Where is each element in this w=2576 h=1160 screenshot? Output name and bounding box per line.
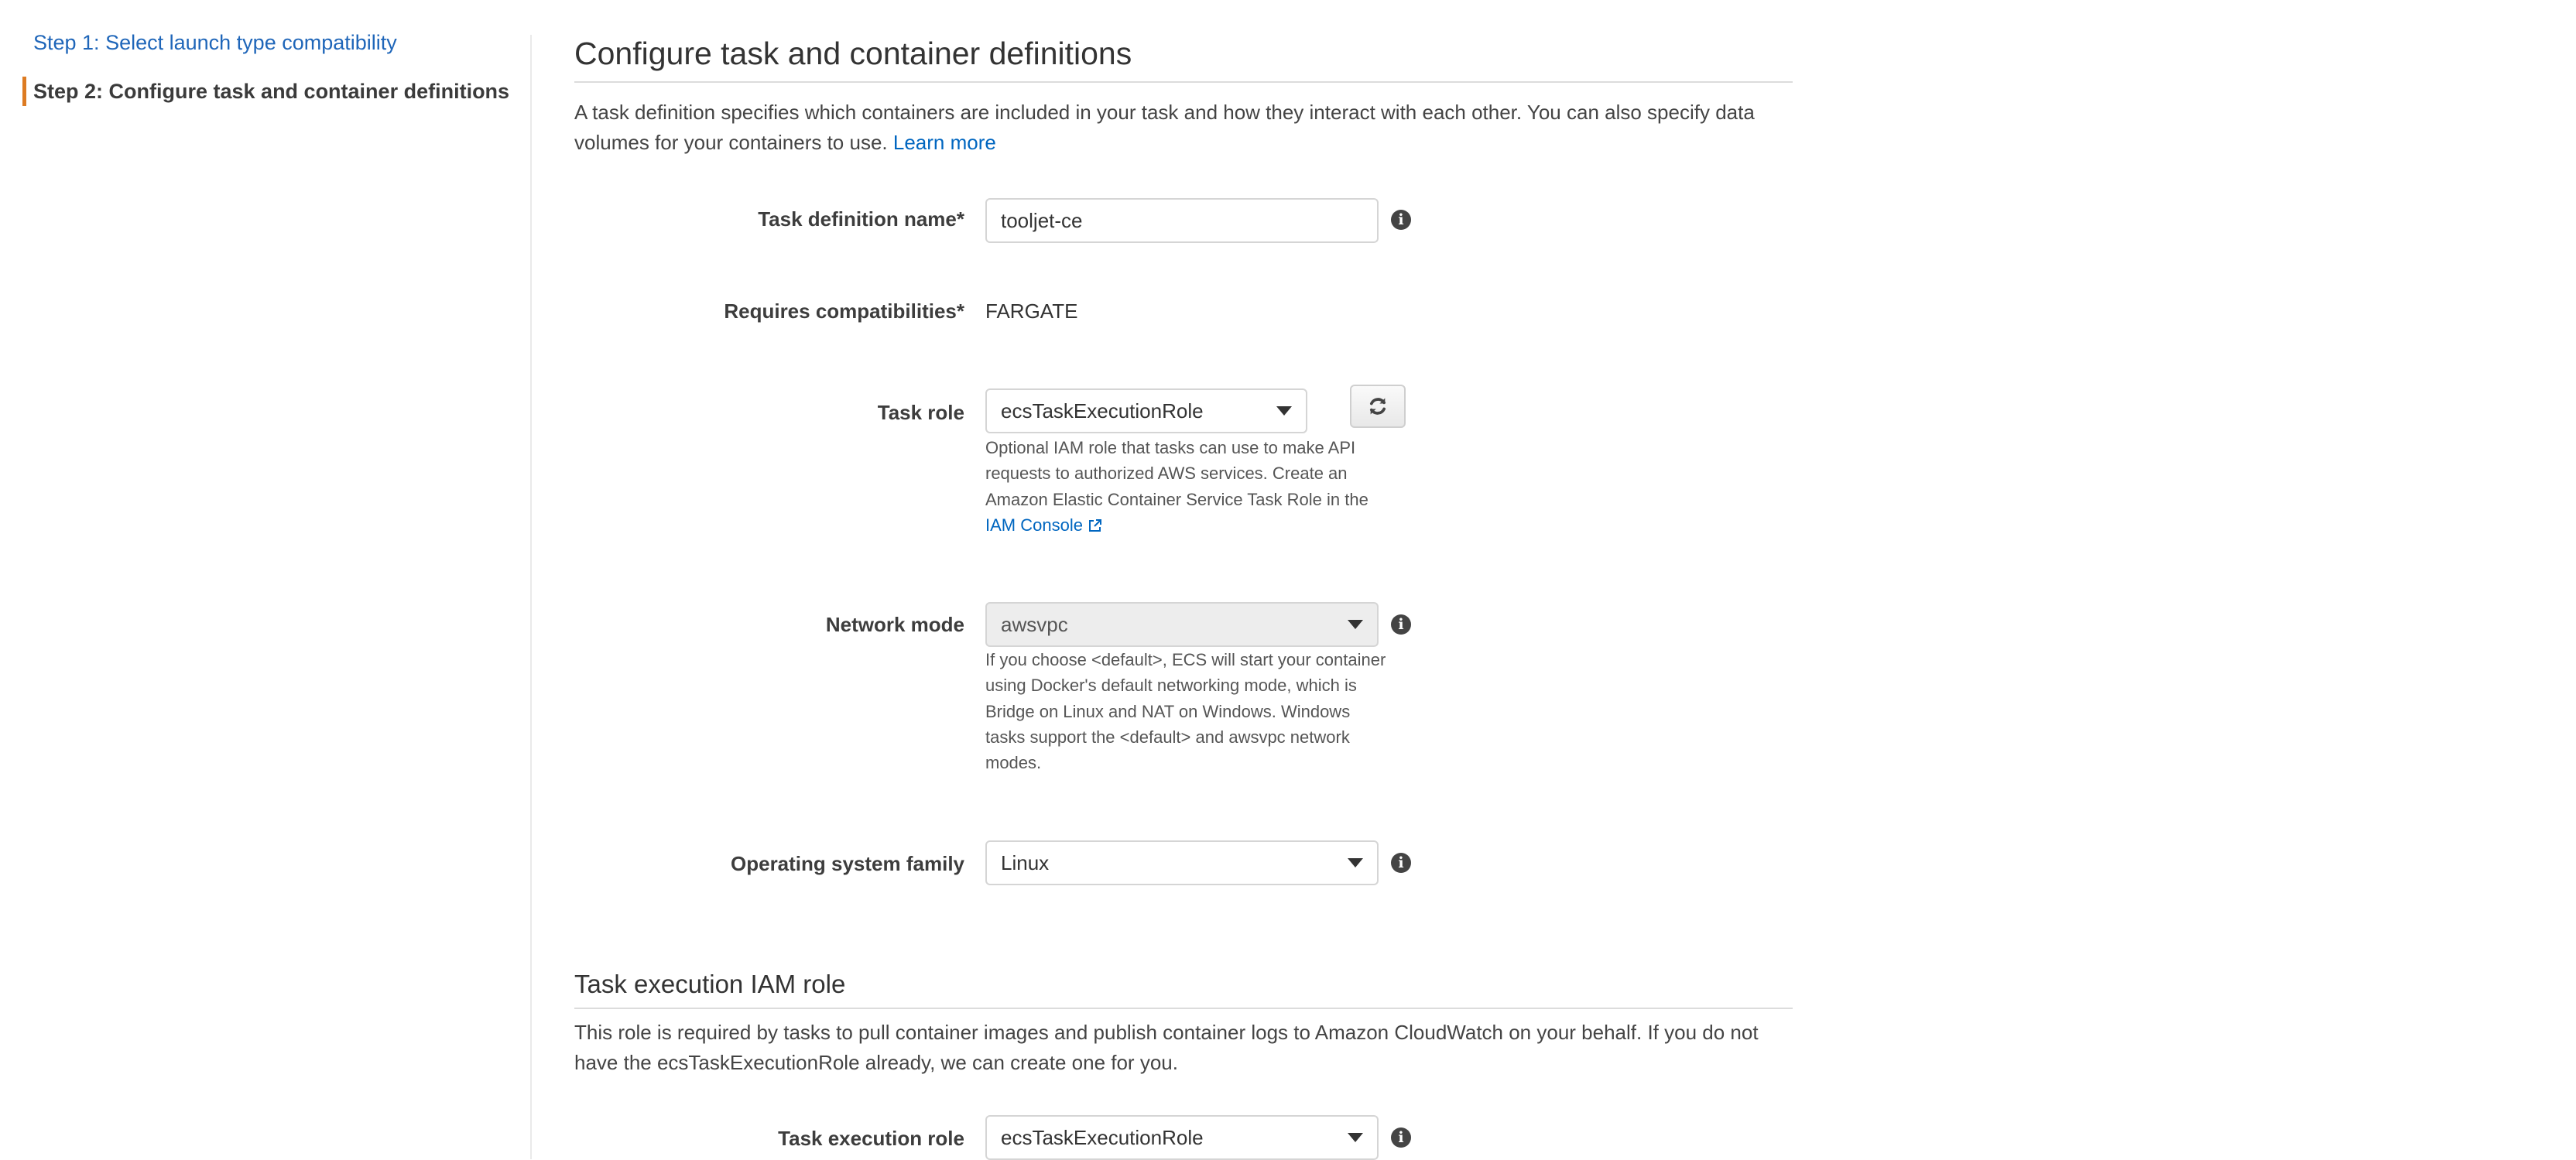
requires-compatibilities-value: FARGATE [985, 299, 1078, 323]
info-icon[interactable]: i [1391, 210, 1411, 230]
task-role-select[interactable]: ecsTaskExecutionRole [985, 388, 1307, 433]
network-mode-help: If you choose <default>, ECS will start … [985, 650, 1386, 773]
learn-more-link[interactable]: Learn more [893, 131, 996, 154]
info-icon[interactable]: i [1391, 614, 1411, 635]
chevron-down-icon [1348, 858, 1363, 867]
task-definition-name-label: Task definition name* [758, 207, 964, 231]
chevron-down-icon [1348, 1133, 1363, 1142]
network-mode-select: awsvpc [985, 602, 1379, 647]
task-role-label: Task role [877, 401, 964, 424]
task-role-help-text: Optional IAM role that tasks can use to … [985, 438, 1368, 509]
external-link-icon [1089, 518, 1102, 532]
network-mode-value: awsvpc [1001, 612, 1068, 636]
task-definition-name-input[interactable] [985, 198, 1379, 243]
description-text: A task definition specifies which contai… [574, 101, 1755, 154]
page-description: A task definition specifies which contai… [574, 98, 1805, 157]
task-role-value: ecsTaskExecutionRole [1001, 399, 1204, 423]
task-role-help: Optional IAM role that tasks can use to … [985, 435, 1388, 538]
requires-compatibilities-label: Requires compatibilities* [724, 299, 964, 323]
refresh-task-role-button[interactable] [1350, 385, 1406, 428]
os-family-value: Linux [1001, 850, 1050, 874]
sidebar-divider [530, 35, 532, 1159]
network-mode-label: Network mode [825, 613, 964, 636]
execution-role-description: This role is required by tasks to pull c… [574, 1021, 1759, 1074]
step-1-link[interactable]: Step 1: Select launch type compatibility [33, 31, 397, 55]
info-icon[interactable]: i [1391, 1127, 1411, 1148]
page-title: Configure task and container definitions [574, 36, 1132, 71]
chevron-down-icon [1276, 406, 1292, 416]
iam-console-link-label: IAM Console [985, 515, 1083, 535]
chevron-down-icon [1348, 620, 1363, 629]
iam-console-link[interactable]: IAM Console [985, 515, 1103, 535]
refresh-icon [1369, 398, 1386, 415]
section-divider [574, 1008, 1793, 1009]
info-icon[interactable]: i [1391, 853, 1411, 873]
task-execution-role-label: Task execution role [778, 1127, 964, 1150]
os-family-select[interactable]: Linux [985, 840, 1379, 885]
os-family-label: Operating system family [731, 852, 964, 875]
step-2-current: Step 2: Configure task and container def… [33, 80, 510, 103]
active-step-indicator [22, 77, 26, 106]
task-execution-role-value: ecsTaskExecutionRole [1001, 1125, 1204, 1149]
execution-role-section-title: Task execution IAM role [574, 970, 846, 998]
title-divider [574, 81, 1793, 83]
task-execution-role-select[interactable]: ecsTaskExecutionRole [985, 1115, 1379, 1160]
